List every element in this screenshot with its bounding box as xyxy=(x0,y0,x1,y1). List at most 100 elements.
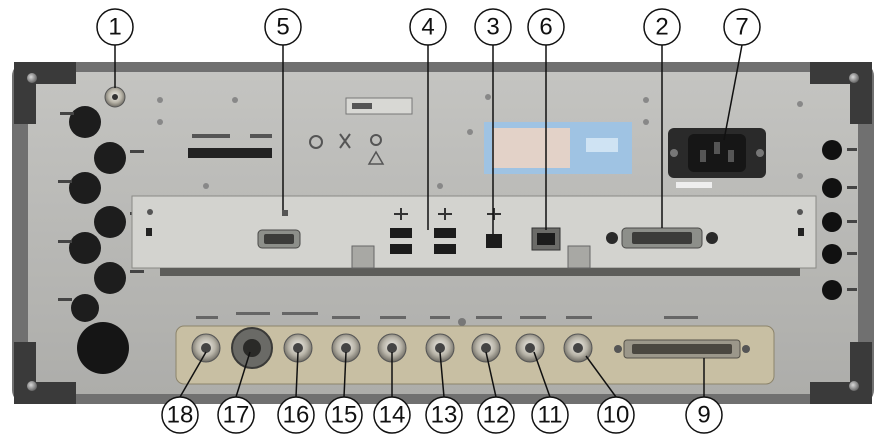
left-port xyxy=(69,232,101,264)
gpib-screw xyxy=(606,232,618,244)
panel-rivet xyxy=(437,183,443,189)
vga-connector-pins xyxy=(264,234,294,244)
callout-number: 7 xyxy=(735,14,748,41)
panel-rivet xyxy=(485,94,491,100)
lan-port-socket xyxy=(537,233,555,245)
port-label-mark xyxy=(58,180,72,183)
panel-rivet xyxy=(467,129,473,135)
lower-plate-screw xyxy=(458,318,466,326)
panel-rivet xyxy=(643,119,649,125)
large-left-port xyxy=(77,322,129,374)
top-callouts: 1 5 4 3 6 2 7 xyxy=(96,8,761,46)
usb-port xyxy=(434,244,456,254)
callout-number: 1 xyxy=(108,14,121,41)
callout-number: 18 xyxy=(167,402,194,429)
bnc-connector-center xyxy=(201,343,211,353)
serial-label xyxy=(188,148,272,158)
certification-label-logo xyxy=(586,138,618,152)
port-label-mark xyxy=(847,288,857,291)
callout-number: 6 xyxy=(539,14,552,41)
callout-number: 11 xyxy=(538,402,563,429)
connector-label-mark xyxy=(380,316,406,319)
power-rating-label xyxy=(676,182,712,188)
port-label-mark xyxy=(130,270,144,273)
ground-bracket xyxy=(567,245,591,269)
io-strip-slot xyxy=(146,228,152,236)
left-port xyxy=(94,262,126,294)
bnc-connector-center xyxy=(341,343,351,353)
dsub-screw xyxy=(614,345,622,353)
bnc-connector-center xyxy=(435,343,445,353)
connector-label-mark xyxy=(520,316,546,319)
bnc-connector-center xyxy=(525,343,535,353)
ce-marking-text xyxy=(352,103,372,109)
callout-number: 10 xyxy=(603,402,630,429)
panel-rivet xyxy=(157,119,163,125)
rear-panel-diagram: 1 5 4 3 6 2 7 18 17 16 15 14 13 12 11 10… xyxy=(12,8,874,434)
right-port xyxy=(822,212,842,232)
port-label-mark xyxy=(847,252,857,255)
callout-number: 5 xyxy=(276,14,289,41)
connector-label-mark xyxy=(332,316,360,319)
callout-number: 9 xyxy=(697,402,710,429)
corner-screw xyxy=(849,381,859,391)
right-port xyxy=(822,140,842,160)
corner-screw xyxy=(27,381,37,391)
io-strip-slot xyxy=(798,228,804,236)
connector-label-mark xyxy=(282,312,318,315)
callout-number: 17 xyxy=(223,402,250,429)
corner-screw xyxy=(849,73,859,83)
certification-label-inner xyxy=(492,128,570,168)
right-port xyxy=(822,280,842,300)
gpib-connector-pins xyxy=(632,232,692,244)
port-label-mark xyxy=(847,148,857,151)
gpib-screw xyxy=(706,232,718,244)
connector-label-mark xyxy=(196,316,218,319)
panel-rivet xyxy=(797,173,803,179)
left-port xyxy=(71,294,99,322)
bnc-connector-center xyxy=(481,343,491,353)
usb-device-port xyxy=(486,234,502,248)
serial-label-text xyxy=(192,134,230,138)
left-port xyxy=(69,172,101,204)
panel-rivet xyxy=(232,97,238,103)
connector-label-mark xyxy=(664,316,698,319)
corner-screw xyxy=(27,73,37,83)
usb-port xyxy=(390,244,412,254)
connector-label-mark xyxy=(430,316,450,319)
io-strip xyxy=(131,195,817,276)
connector-label-mark xyxy=(566,316,592,319)
dsub-connector-pins xyxy=(632,344,732,354)
usb-port xyxy=(434,228,456,238)
panel-rivet xyxy=(643,97,649,103)
power-pin xyxy=(714,142,720,154)
ground-bracket xyxy=(351,245,375,269)
power-inlet-screw xyxy=(756,149,764,157)
bnc-connector-center xyxy=(573,343,583,353)
vga-label xyxy=(282,210,288,216)
io-strip-plate xyxy=(131,195,817,269)
port-label-mark xyxy=(60,112,74,115)
left-port xyxy=(69,106,101,138)
callout-number: 14 xyxy=(379,402,406,429)
dsub-screw xyxy=(742,345,750,353)
callout-number: 16 xyxy=(283,402,310,429)
callout-number: 2 xyxy=(655,14,668,41)
panel-rivet xyxy=(203,183,209,189)
port-label-mark xyxy=(58,298,72,301)
callout-number: 3 xyxy=(486,14,499,41)
right-port xyxy=(822,244,842,264)
power-inlet-screw xyxy=(670,149,678,157)
port-label-mark xyxy=(847,186,857,189)
io-strip-rail xyxy=(160,268,800,276)
power-pin xyxy=(728,150,734,162)
bnc-connector-center xyxy=(293,343,303,353)
large-connector-center xyxy=(243,339,261,357)
callout-number: 13 xyxy=(431,402,458,429)
usb-port xyxy=(390,228,412,238)
connector-label-mark xyxy=(236,312,270,315)
top-bnc-connector-center xyxy=(112,94,118,100)
io-strip-screw xyxy=(147,209,153,215)
right-port xyxy=(822,178,842,198)
callout-number: 12 xyxy=(483,402,510,429)
